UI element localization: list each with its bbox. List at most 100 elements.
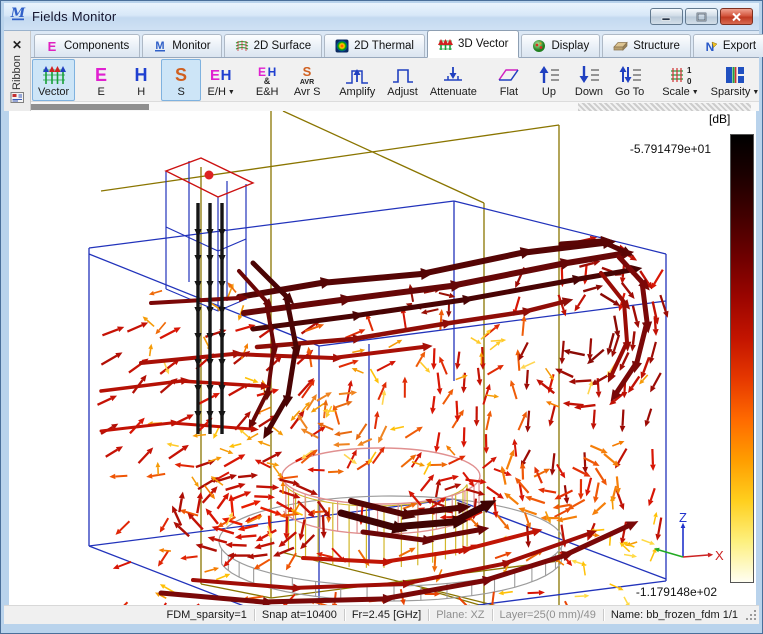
z-axis-label: Z bbox=[679, 510, 687, 525]
adjust-button[interactable]: Adjust bbox=[381, 59, 424, 101]
down-button[interactable]: Down bbox=[569, 59, 609, 101]
components-icon: E bbox=[45, 39, 59, 53]
ribbon-menu-icon[interactable] bbox=[10, 91, 25, 109]
s-button[interactable]: SS bbox=[161, 59, 201, 101]
tab-label: Export bbox=[723, 40, 756, 52]
minimize-button[interactable] bbox=[650, 8, 683, 25]
axis-triad: ZX bbox=[654, 510, 724, 563]
tab-label: Components bbox=[64, 40, 129, 52]
status-field: Plane: XZ bbox=[428, 609, 491, 621]
tab-monitor[interactable]: MMonitor bbox=[142, 34, 221, 57]
ribbon-close-button[interactable]: ✕ bbox=[6, 34, 29, 55]
tab-label: 2D Surface bbox=[254, 40, 312, 52]
up-button[interactable]: Up bbox=[529, 59, 569, 101]
avr-s-button[interactable]: SAVRAvr S bbox=[287, 59, 327, 101]
colorbar-max-label: -5.791479e+01 bbox=[599, 142, 711, 156]
tab-structure[interactable]: Structure bbox=[602, 34, 691, 57]
scale-button[interactable]: 10Scale▼ bbox=[656, 59, 704, 101]
toolbar-button-label: Adjust bbox=[387, 86, 418, 99]
toolbar-button-label: S bbox=[178, 86, 185, 99]
toolbar-button-label: E&H bbox=[256, 86, 279, 99]
colorbar bbox=[730, 134, 754, 583]
layer-goto-icon bbox=[617, 62, 643, 86]
toolbar-button-label: H bbox=[137, 86, 145, 99]
go-to-button[interactable]: Go To bbox=[609, 59, 650, 101]
svg-text:S: S bbox=[175, 65, 187, 85]
tab-2d-thermal[interactable]: 2D Thermal bbox=[324, 34, 425, 57]
svg-text:0: 0 bbox=[687, 77, 692, 86]
s-letter-icon: S bbox=[171, 62, 191, 86]
export-icon: N bbox=[704, 39, 718, 53]
resize-grip[interactable] bbox=[746, 608, 758, 626]
vector-button[interactable]: Vector bbox=[32, 59, 75, 101]
sparsity-button[interactable]: Sparsity▼ bbox=[705, 59, 763, 101]
toolbar-group: Vector bbox=[32, 59, 75, 101]
toolbar-button-label: Go To bbox=[615, 86, 644, 99]
colorbar-unit-label: [dB] bbox=[709, 112, 755, 126]
e-and-h-icon: EH& bbox=[254, 62, 280, 86]
monitor-icon: M bbox=[153, 39, 167, 53]
toolbar-group: Flat UpDown Go To bbox=[489, 59, 650, 101]
e-h-button[interactable]: EH&E&H bbox=[247, 59, 287, 101]
structure-icon bbox=[613, 39, 628, 53]
e-button[interactable]: EE bbox=[81, 59, 121, 101]
h-button[interactable]: HH bbox=[121, 59, 161, 101]
h-letter-icon: H bbox=[131, 62, 151, 86]
avr-s-icon: SAVR bbox=[294, 62, 320, 86]
toolbar-button-label: E bbox=[98, 86, 105, 99]
toolbar-button-label: Flat bbox=[500, 86, 518, 99]
vector-field-canvas[interactable]: ZX bbox=[9, 111, 756, 605]
ribbon-scroll-thumb[interactable] bbox=[31, 104, 149, 110]
toolbar-button-label: Attenuate bbox=[430, 86, 477, 99]
flat-button[interactable]: Flat bbox=[489, 59, 529, 101]
minimize-icon bbox=[661, 12, 673, 22]
tab-label: Display bbox=[551, 40, 589, 52]
tab-display[interactable]: Display bbox=[521, 34, 600, 57]
sparsity-icon bbox=[722, 62, 748, 86]
toolbar-button-label: Vector bbox=[38, 86, 69, 99]
toolbar-group: EEHHSSEHE/H▼ bbox=[81, 59, 241, 101]
chevron-down-icon: ▼ bbox=[692, 86, 699, 99]
e-h-button[interactable]: EHE/H▼ bbox=[201, 59, 241, 101]
toolbar-group: EH&E&HSAVRAvr S bbox=[247, 59, 327, 101]
close-button[interactable] bbox=[720, 8, 753, 25]
x-axis-label: X bbox=[715, 548, 724, 563]
title-bar[interactable]: M Fields Monitor bbox=[4, 3, 759, 31]
tab-2d-surface[interactable]: 2D Surface bbox=[224, 34, 323, 57]
svg-text:E: E bbox=[210, 67, 220, 84]
tab-3d-vector[interactable]: 3D Vector bbox=[427, 30, 520, 58]
status-field: Layer=25(0 mm)/49 bbox=[492, 609, 603, 621]
thermal-2d-icon bbox=[335, 39, 349, 53]
vector-3d-icon bbox=[438, 37, 453, 51]
display-icon bbox=[532, 39, 546, 53]
status-field: Name: bb_frozen_fdm 1/1 bbox=[603, 609, 745, 621]
attenuate-button[interactable]: Attenuate bbox=[424, 59, 483, 101]
maximize-button[interactable] bbox=[685, 8, 718, 25]
toolbar-button-label: Amplify bbox=[339, 86, 375, 99]
ribbon-scroll-track[interactable] bbox=[31, 101, 759, 111]
chevron-down-icon: ▼ bbox=[752, 86, 759, 99]
amplify-button[interactable]: Amplify bbox=[333, 59, 381, 101]
ribbon-toolbar: VectorEEHHSSEHE/H▼EH&E&HSAVRAvr SAmplify… bbox=[31, 58, 759, 101]
layer-up-icon bbox=[536, 62, 562, 86]
close-icon bbox=[731, 12, 742, 22]
tab-export[interactable]: N Export bbox=[693, 34, 763, 57]
viewport: ZX [dB] -5.791479e+01 -1.179148e+02 bbox=[9, 111, 756, 605]
app-window: M Fields Monitor ✕ Ribbon E Components MMo… bbox=[0, 0, 763, 634]
tab-components[interactable]: E Components bbox=[34, 34, 140, 57]
svg-text:H: H bbox=[221, 67, 232, 84]
svg-text:AVR: AVR bbox=[300, 79, 314, 86]
ribbon-resize-hatch bbox=[578, 103, 751, 111]
svg-text:&: & bbox=[264, 76, 271, 86]
ribbon-label: Ribbon bbox=[11, 55, 23, 91]
layer-down-icon bbox=[576, 62, 602, 86]
attenuate-icon bbox=[440, 62, 466, 86]
status-bar: FDM_sparsity=1Snap at=10400Fr=2.45 [GHz]… bbox=[4, 605, 759, 624]
colorbar-min-label: -1.179148e+02 bbox=[605, 585, 717, 599]
status-field: FDM_sparsity=1 bbox=[159, 609, 253, 621]
toolbar-button-label: Scale▼ bbox=[662, 86, 698, 99]
svg-text:S: S bbox=[303, 64, 312, 79]
chevron-down-icon: ▼ bbox=[228, 86, 235, 99]
tab-bar: E Components MMonitor 2D Surface 2D Thermal3… bbox=[31, 31, 759, 58]
svg-text:H: H bbox=[135, 65, 148, 85]
